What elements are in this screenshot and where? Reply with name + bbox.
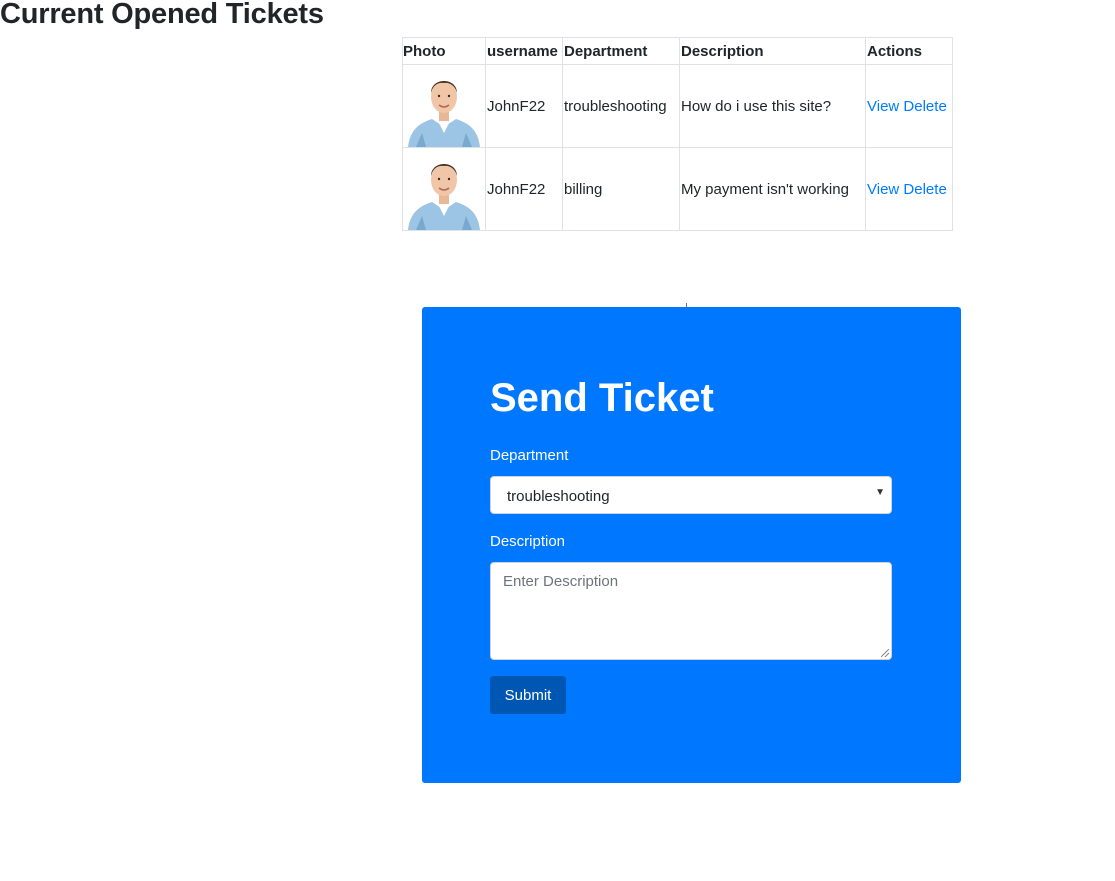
actions-cell: View Delete (865, 64, 953, 148)
header-username: username (485, 37, 563, 65)
photo-cell (402, 64, 486, 148)
resize-handle-icon[interactable] (881, 649, 889, 657)
chevron-down-icon: ▼ (875, 487, 885, 498)
table-header-row: Photo username Department Description Ac… (402, 37, 953, 65)
table-row: JohnF22 billing My payment isn't working… (402, 147, 953, 231)
send-ticket-panel: Send Ticket Department troubleshooting ▼… (422, 307, 961, 783)
avatar (404, 149, 484, 230)
description-label: Description (490, 533, 566, 550)
header-photo: Photo (402, 37, 486, 65)
tickets-table: Photo username Department Description Ac… (402, 37, 953, 231)
department-cell: troubleshooting (562, 64, 680, 148)
description-placeholder: Enter Description (503, 573, 619, 590)
department-select[interactable]: troubleshooting ▼ (490, 476, 892, 514)
header-actions: Actions (865, 37, 953, 65)
description-textarea[interactable]: Enter Description (490, 562, 892, 660)
actions-cell: View Delete (865, 147, 953, 231)
delete-link[interactable]: Delete (903, 181, 946, 198)
submit-button[interactable]: Submit (490, 676, 566, 714)
view-link[interactable]: View (867, 181, 899, 198)
username-cell: JohnF22 (485, 147, 563, 231)
username-cell: JohnF22 (485, 64, 563, 148)
department-label: Department (490, 447, 569, 464)
delete-link[interactable]: Delete (903, 98, 946, 115)
description-cell: How do i use this site? (679, 64, 866, 148)
photo-cell (402, 147, 486, 231)
avatar (404, 66, 484, 147)
department-cell: billing (562, 147, 680, 231)
description-cell: My payment isn't working (679, 147, 866, 231)
header-description: Description (679, 37, 866, 65)
page-title: Current Opened Tickets (0, 0, 324, 30)
view-link[interactable]: View (867, 98, 899, 115)
department-selected-value: troubleshooting (507, 488, 610, 505)
send-ticket-title: Send Ticket (490, 376, 714, 420)
table-row: JohnF22 troubleshooting How do i use thi… (402, 64, 953, 148)
header-department: Department (562, 37, 680, 65)
